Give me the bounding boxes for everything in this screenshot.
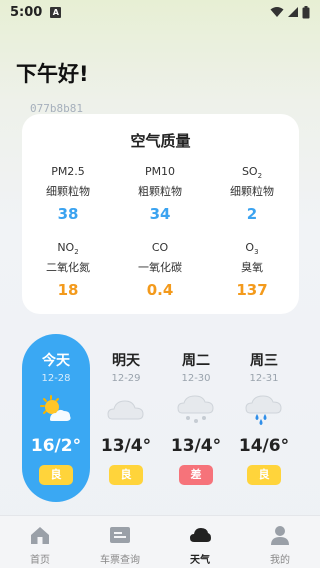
air-quality-card: 空气质量 PM2.5 细颗粒物 38 PM10 粗颗粒物 34 SO2 细颗粒物…: [22, 114, 299, 314]
forecast-day-wednesday[interactable]: 周三 12-31 14/6° 良: [230, 334, 298, 502]
tab-label: 车票查询: [100, 555, 140, 566]
forecast-date: 12-29: [111, 373, 141, 384]
aq-desc: 一氧化碳: [138, 261, 182, 275]
greeting-title: 下午好!: [16, 62, 89, 86]
air-quality-badge: 良: [39, 465, 73, 485]
wifi-icon: [270, 7, 284, 17]
forecast-temp: 16/2°: [30, 436, 82, 456]
aq-item-co: CO 一氧化碳 0.4: [114, 240, 206, 300]
rain-cloud-icon: [245, 395, 282, 425]
air-quality-badge: 良: [109, 465, 143, 485]
forecast-temp: 14/6°: [238, 436, 290, 456]
forecast-date: 12-28: [41, 373, 71, 384]
ticket-icon: [110, 527, 130, 543]
tab-label: 我的: [270, 555, 290, 566]
aq-value: 34: [149, 205, 171, 224]
aq-desc: 二氧化氮: [46, 261, 90, 275]
forecast-date: 12-30: [181, 373, 211, 384]
tab-home[interactable]: 首页: [0, 516, 80, 568]
aq-name: PM10: [144, 165, 176, 178]
tab-mine[interactable]: 我的: [240, 516, 320, 568]
user-icon: [271, 526, 289, 545]
tab-weather[interactable]: 天气: [160, 516, 240, 568]
snow-cloud-icon: [177, 395, 214, 423]
tab-ticket-query[interactable]: 车票查询: [80, 516, 160, 568]
aq-item-o3: O3 臭氧 137: [206, 240, 298, 300]
forecast-temp: 13/4°: [170, 436, 222, 456]
forecast-date: 12-31: [249, 373, 279, 384]
bottom-tab-bar: 首页 车票查询 天气 我的: [0, 515, 320, 568]
battery-icon: [302, 5, 310, 18]
aq-item-pm10: PM10 粗颗粒物 34: [114, 164, 206, 224]
aq-name: CO: [151, 241, 169, 254]
aq-value: 38: [57, 205, 79, 224]
tab-label: 首页: [30, 555, 50, 566]
aq-name: NO2: [57, 241, 79, 257]
aq-desc: 细颗粒物: [46, 185, 90, 199]
aq-value: 137: [236, 281, 268, 300]
aq-name: PM2.5: [51, 165, 85, 178]
aq-item-no2: NO2 二氧化氮 18: [22, 240, 114, 300]
sun-cloud-icon: [40, 395, 71, 421]
air-quality-badge: 良: [247, 465, 281, 485]
tab-label: 天气: [190, 555, 210, 566]
forecast-row: 今天 12-28 16/2° 良 明天 12-29 13/4° 良 周二 12-…: [0, 334, 320, 504]
home-icon: [31, 527, 49, 544]
signal-icon: [288, 7, 298, 17]
forecast-day-name: 明天: [112, 353, 140, 369]
aq-desc: 臭氧: [241, 261, 263, 275]
air-quality-badge: 差: [179, 465, 213, 485]
aq-name: O3: [245, 241, 259, 257]
aq-item-pm25: PM2.5 细颗粒物 38: [22, 164, 114, 224]
weather-icon: [190, 528, 211, 542]
aq-desc: 粗颗粒物: [138, 185, 182, 199]
aq-item-so2: SO2 细颗粒物 2: [206, 164, 298, 224]
forecast-day-today[interactable]: 今天 12-28 16/2° 良: [22, 334, 90, 502]
forecast-day-tuesday[interactable]: 周二 12-30 13/4° 差: [162, 334, 230, 502]
status-bar: 5:00 A: [0, 0, 320, 24]
aq-desc: 细颗粒物: [230, 185, 274, 199]
status-icons: [270, 5, 310, 19]
aq-value: 0.4: [146, 281, 174, 300]
forecast-temp: 13/4°: [100, 436, 152, 456]
forecast-day-name: 今天: [42, 353, 70, 369]
forecast-day-name: 周二: [182, 353, 210, 369]
cloud-icon: [107, 400, 144, 420]
aq-name: SO2: [241, 165, 263, 181]
aq-value: 2: [246, 205, 258, 224]
forecast-day-name: 周三: [250, 353, 278, 369]
notification-icon: A: [50, 6, 62, 18]
aq-value: 18: [57, 281, 79, 300]
forecast-day-tomorrow[interactable]: 明天 12-29 13/4° 良: [92, 334, 160, 502]
air-quality-title: 空气质量: [130, 132, 191, 150]
status-time: 5:00: [10, 4, 43, 20]
